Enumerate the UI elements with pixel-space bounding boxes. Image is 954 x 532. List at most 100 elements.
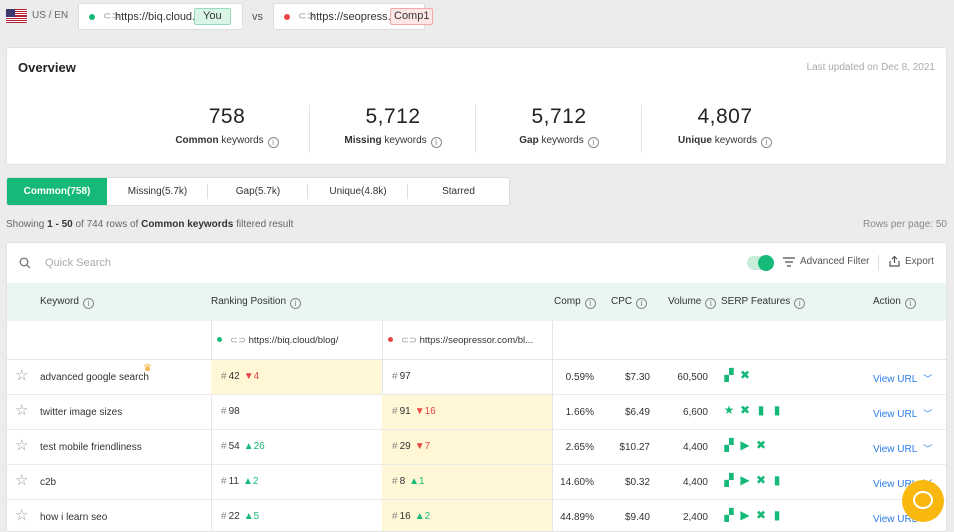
- serp-features: ▞ ▶ ✖ ▮: [723, 474, 783, 486]
- table-row: ☆ c2b #11 ▲2 #8 ▲1 14.60% $0.32 4,400 ▞ ▶ ✖ ▮ View UR…: [7, 465, 946, 500]
- chevron-down-icon: ﹀: [923, 444, 933, 454]
- filter-icon: [783, 256, 795, 267]
- info-icon[interactable]: i: [430, 137, 442, 148]
- rank-change: ▲5: [243, 511, 260, 522]
- shuffle-icon: ✖: [755, 438, 767, 452]
- keyword-text[interactable]: twitter image sizes: [40, 407, 122, 418]
- rows-per-page[interactable]: Rows per page: 50: [863, 219, 947, 230]
- quick-search-input[interactable]: [45, 253, 345, 273]
- us-flag-icon: [6, 9, 27, 23]
- comp-value: 14.60%: [560, 477, 594, 488]
- table-row: ☆ twitter image sizes #98 #91 ▼16 1.66% $6.49 6…: [7, 395, 946, 430]
- volume-value: 6,600: [682, 407, 708, 418]
- shuffle-icon: ✖: [755, 473, 767, 487]
- keyword-text[interactable]: advanced google search: [40, 372, 149, 383]
- keyword-text[interactable]: how i learn seo: [40, 512, 107, 523]
- header-comp[interactable]: Comp i: [554, 296, 596, 309]
- your-domain-box[interactable]: ⊂⊃ https://biq.cloud... You: [78, 3, 243, 30]
- video-icon: ▶: [740, 438, 750, 452]
- competitor-domain-box[interactable]: ⊂⊃ https://seopress... Comp1: [273, 3, 434, 30]
- view-url-link[interactable]: View URL﹀: [873, 407, 932, 420]
- competitor-rank-cell: #16 ▲2: [382, 500, 552, 531]
- cpc-value: $0.32: [624, 477, 650, 488]
- stat-label: Missing keywords i: [310, 135, 476, 148]
- header-volume[interactable]: Volume i: [668, 296, 717, 309]
- stat-common: 758 Common keywords i: [144, 105, 310, 153]
- your-rank-cell: #42 ▼4: [211, 360, 382, 394]
- you-tag: You: [194, 8, 231, 25]
- table-row: ☆ how i learn seo #22 ▲5 #16 ▲2 44.89% $9.40 2,4…: [7, 500, 946, 531]
- carousel-icon: ▮: [773, 403, 781, 417]
- info-icon: i: [82, 298, 94, 309]
- tab-starred[interactable]: Starred: [408, 178, 509, 205]
- overview-card: Overview Last updated on Dec 8, 2021 758…: [6, 47, 947, 165]
- your-rank-cell: #11 ▲2: [221, 476, 259, 487]
- info-icon[interactable]: i: [760, 137, 772, 148]
- tab-gap[interactable]: Gap(5.7k): [208, 178, 308, 205]
- stat-value: 5,712: [531, 105, 587, 128]
- your-domain-url: https://biq.cloud...: [115, 11, 202, 23]
- tab-common[interactable]: Common(758): [7, 178, 107, 205]
- header-cpc[interactable]: CPC i: [611, 296, 648, 309]
- rank-change: ▲1: [409, 476, 425, 487]
- filter-toggle[interactable]: [747, 255, 774, 271]
- star-icon[interactable]: ☆: [15, 508, 28, 524]
- advanced-filter-button[interactable]: Advanced Filter: [783, 256, 869, 267]
- serp-features: ▞ ▶ ✖ ▮: [723, 509, 783, 521]
- locale-selector[interactable]: US / EN: [32, 10, 68, 21]
- view-url-link[interactable]: View URL﹀: [873, 372, 932, 385]
- cpc-value: $10.27: [619, 442, 650, 453]
- star-icon[interactable]: ☆: [15, 403, 28, 419]
- serp-features: ★ ✖ ▮ ▮: [723, 404, 783, 416]
- stat-label: Gap keywords i: [476, 135, 642, 148]
- your-rank-cell: #22 ▲5: [221, 511, 260, 522]
- green-dot-icon: [89, 14, 95, 20]
- cpc-value: $6.49: [624, 407, 650, 418]
- keyword-text[interactable]: c2b: [40, 477, 56, 488]
- info-icon[interactable]: i: [587, 137, 599, 148]
- video-icon: ▶: [740, 473, 750, 487]
- volume-value: 4,400: [682, 442, 708, 453]
- shuffle-icon: ✖: [739, 403, 751, 417]
- header-action: Action i: [873, 296, 916, 309]
- tab-missing[interactable]: Missing(5.7k): [107, 178, 208, 205]
- crown-icon: ♛: [143, 363, 152, 374]
- cpc-value: $9.40: [624, 512, 650, 523]
- video-icon: ▶: [740, 508, 750, 522]
- chat-bubble-icon: [913, 491, 933, 509]
- header-ranking[interactable]: Ranking Position i: [211, 296, 302, 309]
- star-icon[interactable]: ☆: [15, 473, 28, 489]
- keyword-text[interactable]: test mobile friendliness: [40, 442, 142, 453]
- ad-icon: ▞: [724, 438, 734, 452]
- chevron-down-icon: ﹀: [923, 409, 933, 419]
- header-serp[interactable]: SERP Features i: [721, 296, 806, 309]
- shuffle-icon: ✖: [755, 508, 767, 522]
- top-bar: US / EN ⊂⊃ https://biq.cloud... You vs ⊂…: [0, 0, 954, 34]
- tab-unique[interactable]: Unique(4.8k): [308, 178, 408, 205]
- chat-widget-button[interactable]: [902, 480, 944, 522]
- stat-value: 758: [208, 105, 246, 128]
- star-icon[interactable]: ☆: [15, 438, 28, 454]
- carousel-icon: ▮: [773, 473, 781, 487]
- rank-change: ▼7: [414, 441, 431, 452]
- info-icon[interactable]: i: [267, 137, 279, 148]
- last-updated: Last updated on Dec 8, 2021: [806, 62, 935, 73]
- keyword-tabs: Common(758) Missing(5.7k) Gap(5.7k) Uniq…: [6, 177, 510, 206]
- carousel-icon: ▮: [773, 508, 781, 522]
- stat-missing: 5,712 Missing keywords i: [310, 105, 476, 153]
- view-url-link[interactable]: View URL﹀: [873, 442, 932, 455]
- your-rank-cell: #54 ▲26: [221, 441, 265, 452]
- stat-label: Unique keywords i: [642, 135, 808, 148]
- header-keyword[interactable]: Keyword i: [40, 296, 94, 309]
- info-icon: i: [794, 298, 806, 309]
- competitor-rank-cell: #8 ▲1: [382, 465, 552, 499]
- rank-change: ▲26: [243, 441, 265, 452]
- competitor-rank-cell: #97: [392, 371, 411, 382]
- stat-value: 5,712: [365, 105, 421, 128]
- serp-features: ▞ ✖: [723, 369, 751, 381]
- keyword-table-card: Advanced Filter Export Keywordi Ranking …: [6, 242, 947, 532]
- stat-label: Common keywords i: [144, 135, 310, 148]
- export-button[interactable]: Export: [889, 256, 934, 267]
- star-icon[interactable]: ☆: [15, 368, 28, 384]
- competitor-url-column: ⊂⊃ https://seopressor.com/bl...: [382, 321, 552, 360]
